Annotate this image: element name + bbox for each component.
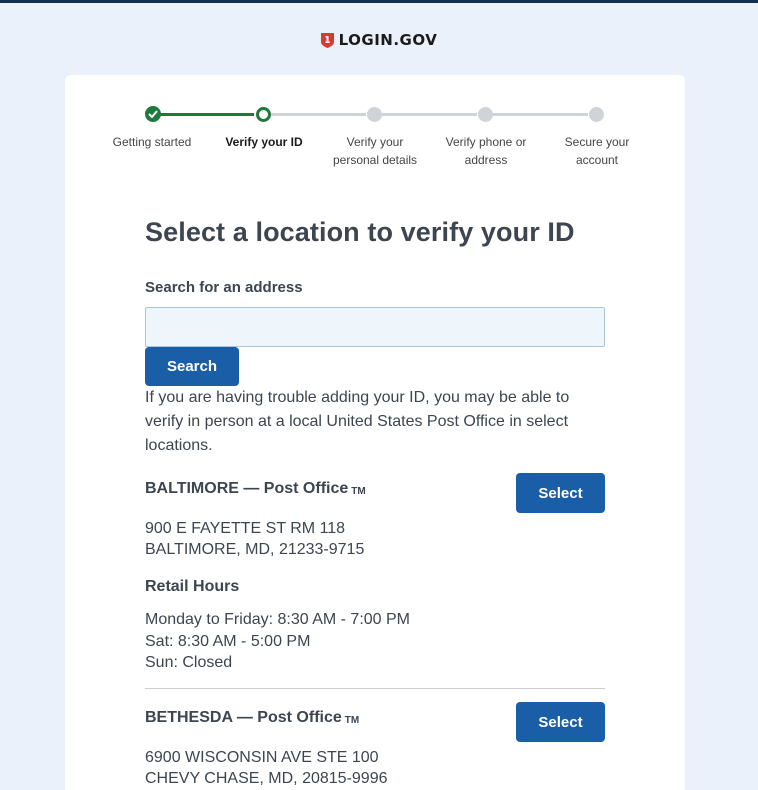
select-location-button[interactable]: Select <box>516 702 605 742</box>
step-todo-icon <box>589 107 604 122</box>
address-line-2: CHEVY CHASE, MD, 20815-9996 <box>145 770 388 787</box>
retail-hours-title: Retail Hours <box>145 578 240 595</box>
login-gov-logo[interactable]: LOGIN.GOV <box>0 31 758 49</box>
top-banner-bar <box>0 0 758 3</box>
step-connector <box>382 113 477 116</box>
hours-saturday: Sat: 8:30 AM - 5:00 PM <box>145 632 311 650</box>
page-title: Select a location to verify your ID <box>145 217 575 247</box>
step-complete-icon <box>145 106 161 122</box>
hours-sunday: Sun: Closed <box>145 654 233 671</box>
search-button[interactable]: Search <box>145 347 239 386</box>
shield-icon <box>320 32 334 48</box>
location-name: BALTIMORE — Post Office TM <box>145 480 366 498</box>
logo-text: LOGIN.GOV <box>338 31 438 49</box>
step-todo-icon <box>367 107 382 122</box>
hours-weekday: Monday to Friday: 8:30 AM - 7:00 PM <box>145 611 411 628</box>
step-label-getting-started: Getting started <box>112 135 192 149</box>
select-location-button[interactable]: Select <box>516 473 605 513</box>
main-card: Getting started Verify your ID Verify yo… <box>65 75 685 790</box>
retail-hours: Monday to Friday: 8:30 AM - 7:00 PM Sat:… <box>145 609 410 674</box>
location-name-text: BETHESDA — Post Office <box>145 709 342 726</box>
location-divider <box>145 688 605 689</box>
trademark-mark: TM <box>351 486 366 497</box>
step-label-phone-address: Verify phone or address <box>445 135 527 167</box>
location-address: 900 E FAYETTE ST RM 118 BALTIMORE, MD, 2… <box>145 518 364 560</box>
check-icon <box>148 110 158 118</box>
step-connector <box>159 113 254 116</box>
help-text: If you are having trouble adding your ID… <box>145 389 570 454</box>
address-line-2: BALTIMORE, MD, 21233-9715 <box>145 541 365 558</box>
step-label-verify-id: Verify your ID <box>225 135 303 149</box>
location-name-text: BALTIMORE — Post Office <box>145 480 349 497</box>
step-todo-icon <box>478 107 493 122</box>
address-line-1: 900 E FAYETTE ST RM 118 <box>145 520 346 537</box>
step-connector <box>493 113 588 116</box>
address-line-1: 6900 WISCONSIN AVE STE 100 <box>145 749 379 766</box>
location-address: 6900 WISCONSIN AVE STE 100 CHEVY CHASE, … <box>145 747 387 789</box>
step-indicator: Getting started Verify your ID Verify yo… <box>65 75 685 185</box>
step-label-personal-details: Verify your personal details <box>332 135 418 167</box>
location-name: BETHESDA — Post Office TM <box>145 709 359 727</box>
address-search-input[interactable] <box>145 307 605 347</box>
step-label-secure-account: Secure your account <box>564 135 630 167</box>
trademark-mark: TM <box>344 715 360 726</box>
step-current-icon <box>256 107 271 122</box>
step-connector <box>271 113 366 116</box>
search-label: Search for an address <box>145 279 303 296</box>
